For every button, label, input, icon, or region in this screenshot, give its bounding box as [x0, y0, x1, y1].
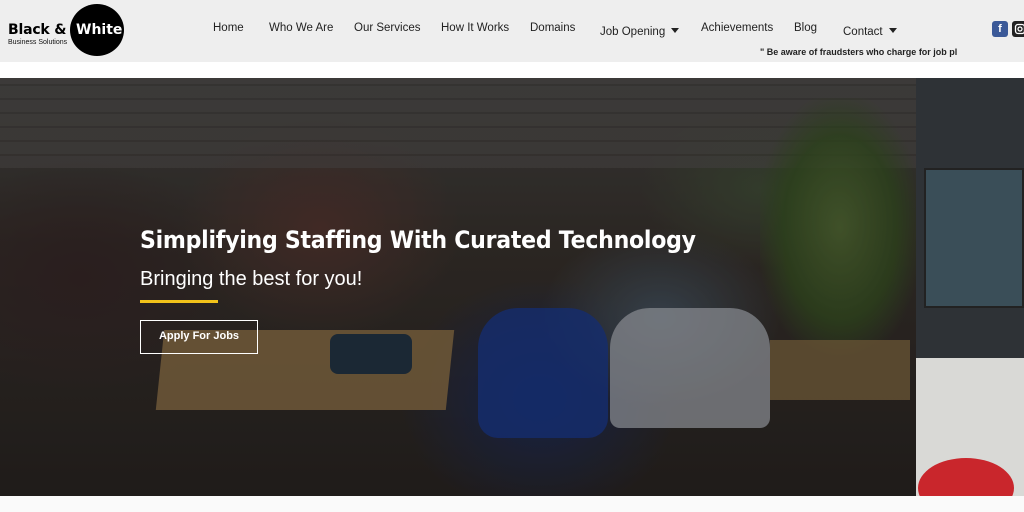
brand-logo[interactable]: Black & White Business Solutions	[6, 4, 126, 58]
nav-contact-label: Contact	[843, 26, 883, 38]
nav-domains[interactable]: Domains	[530, 22, 575, 34]
page-bottom-strip	[0, 496, 1024, 512]
fraud-warning-ticker: " Be aware of fraudsters who charge for …	[760, 47, 958, 57]
nav-blog[interactable]: Blog	[794, 22, 817, 34]
chevron-down-icon	[888, 28, 897, 33]
site-header: Black & White Business Solutions Home Wh…	[0, 0, 1024, 62]
apply-for-jobs-button[interactable]: Apply For Jobs	[140, 320, 258, 354]
hero-overlay	[0, 78, 916, 496]
nav-who-we-are[interactable]: Who We Are	[269, 22, 333, 34]
logo-tagline: Business Solutions	[8, 39, 68, 46]
hero-photo-screen	[924, 168, 1024, 308]
nav-job-opening[interactable]: Job Opening	[600, 22, 680, 40]
hero-accent-line	[140, 300, 218, 303]
chevron-down-icon	[671, 28, 680, 33]
instagram-icon[interactable]	[1012, 21, 1024, 37]
nav-our-services[interactable]: Our Services	[354, 22, 420, 34]
nav-home[interactable]: Home	[213, 22, 244, 34]
hero-title: Simplifying Staffing With Curated Techno…	[140, 226, 696, 254]
nav-how-it-works[interactable]: How It Works	[441, 22, 509, 34]
nav-achievements[interactable]: Achievements	[701, 22, 773, 34]
hero-subtitle: Bringing the best for you!	[140, 268, 363, 290]
nav-job-opening-label: Job Opening	[600, 26, 666, 38]
instagram-glyph	[1014, 23, 1024, 35]
nav-contact[interactable]: Contact	[843, 22, 897, 40]
hero-banner: Simplifying Staffing With Curated Techno…	[0, 78, 1024, 496]
logo-brand-black: Black &	[8, 22, 67, 38]
facebook-icon[interactable]: f	[992, 21, 1008, 37]
logo-brand-white: White	[76, 22, 123, 38]
